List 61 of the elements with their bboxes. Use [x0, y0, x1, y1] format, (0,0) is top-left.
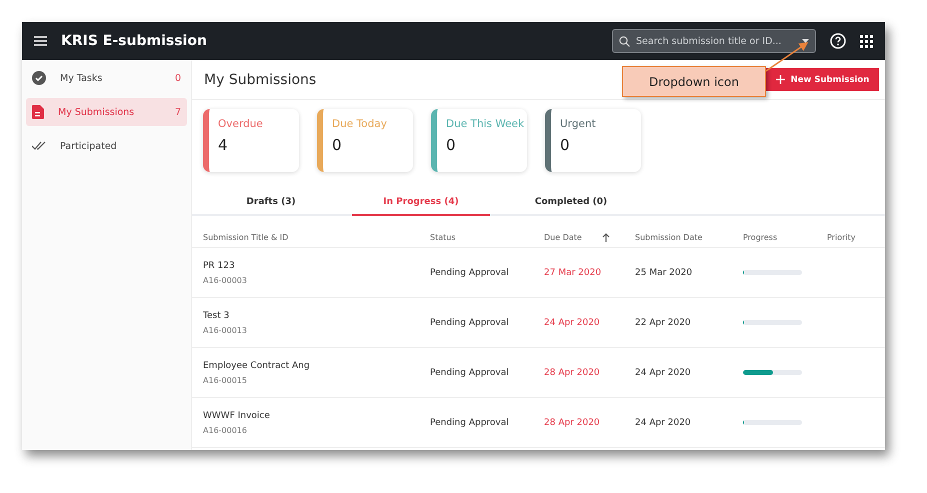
status-cell-text: Pending Approval [430, 368, 510, 378]
stat-value: 0 [446, 136, 457, 154]
stat-value: 0 [332, 136, 343, 154]
double-check-icon [32, 141, 46, 151]
annotation-callout: Dropdown icon [622, 66, 766, 97]
tab[interactable]: Completed (0) [502, 190, 640, 216]
submission-date-cell-text: 24 Apr 2020 [635, 418, 692, 428]
app-title: KRIS E-submission [61, 33, 208, 49]
sidebar-item[interactable]: My Submissions 7 [26, 98, 187, 126]
submission-title[interactable]: Employee Contract Ang [203, 360, 430, 370]
status-cell-text: Pending Approval [430, 268, 510, 278]
search-icon [619, 36, 630, 46]
check-circle-icon [32, 71, 46, 85]
sidebar-label: My Tasks [60, 72, 104, 84]
tab[interactable]: In Progress (4) [352, 190, 490, 216]
due-date-cell-text: 28 Apr 2020 [544, 368, 601, 378]
column-header[interactable]: Submission Date [635, 233, 743, 242]
sidebar-count: 0 [174, 72, 181, 84]
submission-title[interactable]: Test 3 [203, 310, 430, 320]
due-date-cell-text: 27 Mar 2020 [544, 268, 602, 278]
sidebar-item[interactable]: Participated [26, 132, 187, 160]
due-date-cell-text: 28 Apr 2020 [544, 418, 601, 428]
new-submission-button[interactable]: New Submission [766, 68, 879, 91]
dropdown-icon[interactable] [802, 39, 809, 43]
column-header[interactable]: Progress [743, 233, 827, 242]
plus-icon [776, 75, 785, 84]
apps-grid-icon[interactable] [860, 34, 873, 48]
help-icon[interactable] [830, 33, 846, 49]
search-box[interactable]: Search submission title or ID... [612, 29, 816, 53]
sidebar-label: Participated [60, 140, 118, 152]
stat-label: Overdue [218, 118, 264, 130]
sidebar-item[interactable]: My Tasks 0 [26, 64, 187, 92]
sort-up-icon[interactable] [602, 233, 610, 242]
document-icon [32, 105, 44, 119]
tab[interactable]: Drafts (3) [202, 190, 340, 216]
sidebar-label: My Submissions [58, 106, 136, 118]
submission-date-cell-text: 25 Mar 2020 [635, 268, 694, 278]
stat-label: Due This Week [446, 118, 526, 130]
column-header[interactable]: Due Date [544, 233, 582, 242]
search-input[interactable]: Search submission title or ID... [634, 34, 798, 48]
submission-title[interactable]: WWWF Invoice [203, 410, 430, 420]
stat-value: 4 [218, 136, 229, 154]
submission-date-cell-text: 24 Apr 2020 [635, 368, 692, 378]
stat-label: Due Today [332, 118, 388, 130]
status-cell-text: Pending Approval [430, 418, 510, 428]
stat-label: Urgent [560, 118, 597, 130]
status-cell-text: Pending Approval [430, 318, 510, 328]
submission-id: A16-00015 [203, 376, 248, 384]
column-header[interactable]: Submission Title & ID [203, 233, 430, 242]
submission-id: A16-00003 [203, 276, 248, 284]
column-header[interactable]: Status [430, 233, 544, 242]
submission-id: A16-00016 [203, 426, 248, 434]
column-header[interactable]: Priority [827, 233, 885, 242]
submission-id: A16-00013 [203, 326, 248, 334]
submission-title[interactable]: PR 123 [203, 260, 430, 270]
page-title: My Submissions [204, 72, 316, 88]
due-date-cell-text: 24 Apr 2020 [544, 318, 601, 328]
menu-icon[interactable] [34, 36, 47, 46]
stat-value: 0 [560, 136, 571, 154]
sidebar-count: 7 [174, 106, 181, 118]
submission-date-cell-text: 22 Apr 2020 [635, 318, 692, 328]
